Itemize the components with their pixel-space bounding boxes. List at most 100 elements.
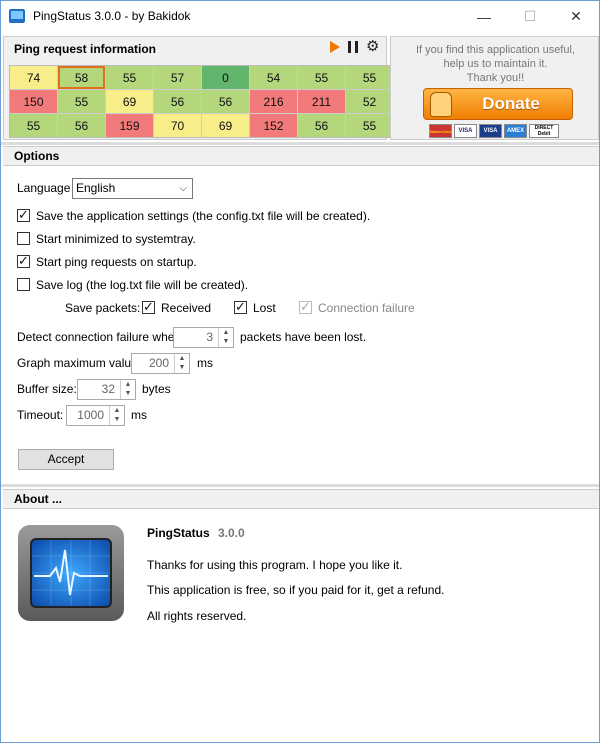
payment-cards: MasterCard VISA VISA AMEX DIRECT Debit <box>429 124 559 138</box>
ping-cell: 55 <box>58 90 105 113</box>
about-line-3: All rights reserved. <box>147 609 247 623</box>
direct-debit-icon: DIRECT Debit <box>529 124 559 138</box>
about-header: About ... <box>3 489 599 509</box>
donate-button-label: Donate <box>482 94 540 113</box>
ping-cell: 56 <box>298 114 345 137</box>
ping-info-panel: Ping request information ⚙ 74 58 55 57 0 54 55… <box>3 36 394 140</box>
timeout-unit: ms <box>131 408 147 422</box>
ping-grid: 74 58 55 57 0 54 55 55 150 55 69 56 56 216 211 52 55 56 15… <box>9 65 394 138</box>
ping-cell: 216 <box>250 90 297 113</box>
mastercard-icon: MasterCard <box>429 124 452 138</box>
maximize-button[interactable]: ☐ <box>507 1 553 32</box>
donate-button[interactable]: Donate <box>423 88 573 120</box>
start-minimized-checkbox[interactable] <box>17 232 30 245</box>
buffer-size-unit: bytes <box>142 382 171 396</box>
ping-cell: 57 <box>154 66 201 89</box>
language-label: Language <box>17 181 71 195</box>
graph-max-stepper[interactable]: 200 ▲ ▼ <box>131 353 190 374</box>
buffer-size-stepper[interactable]: 32 ▲ ▼ <box>77 379 136 400</box>
app-window: PingStatus 3.0.0 - by Bakidok — ☐ ✕ Ping… <box>0 0 600 743</box>
graph-max-unit: ms <box>197 356 213 370</box>
language-value: English <box>76 181 116 195</box>
pingstatus-logo-icon <box>18 525 124 621</box>
accept-button[interactable]: Accept <box>18 449 114 470</box>
detect-failure-value: 3 <box>206 330 213 344</box>
title-bar[interactable]: PingStatus 3.0.0 - by Bakidok — ☐ ✕ <box>1 1 599 32</box>
ping-cell: 56 <box>58 114 105 137</box>
ping-cell: 69 <box>202 114 249 137</box>
ping-cell: 54 <box>250 66 297 89</box>
lost-label: Lost <box>253 301 276 315</box>
ping-controls: ⚙ <box>330 39 380 54</box>
stepper-arrows-icon[interactable]: ▲ ▼ <box>174 354 189 373</box>
stepper-arrows-icon[interactable]: ▲ ▼ <box>109 406 124 425</box>
gear-icon[interactable]: ⚙ <box>366 39 380 54</box>
ping-cell: 70 <box>154 114 201 137</box>
ping-cell: 55 <box>106 66 153 89</box>
separator <box>1 484 599 487</box>
donate-line-3: Thank you!! <box>466 72 525 84</box>
close-icon: ✕ <box>570 8 582 24</box>
app-icon <box>9 9 25 23</box>
thumbs-up-icon <box>430 92 452 117</box>
connection-failure-checkbox[interactable] <box>299 299 312 315</box>
ping-cell: 55 <box>346 66 393 89</box>
detect-failure-label: Detect connection failure when <box>17 330 182 344</box>
ping-cell: 52 <box>346 90 393 113</box>
detect-failure-suffix: packets have been lost. <box>240 330 367 344</box>
ping-cell: 152 <box>250 114 297 137</box>
graph-max-label: Graph maximum value: <box>17 356 142 370</box>
play-icon[interactable] <box>330 41 340 53</box>
donate-line-1: If you find this application useful, <box>416 44 575 56</box>
maximize-icon: ☐ <box>523 8 537 24</box>
language-select[interactable]: English ⌵ <box>72 178 193 199</box>
window-title: PingStatus 3.0.0 - by Bakidok <box>33 9 191 23</box>
minimize-button[interactable]: — <box>461 1 507 32</box>
minimize-icon: — <box>477 8 491 25</box>
ping-cell: 159 <box>106 114 153 137</box>
monitor-screen <box>30 538 112 608</box>
ping-cell: 211 <box>298 90 345 113</box>
options-header: Options <box>3 146 599 166</box>
ping-cell: 56 <box>154 90 201 113</box>
save-packets-label: Save packets: <box>65 301 141 315</box>
timeout-label: Timeout: <box>17 408 64 422</box>
close-button[interactable]: ✕ <box>553 1 599 32</box>
donate-line-2: help us to maintain it. <box>443 58 548 70</box>
donate-message: If you find this application useful, hel… <box>391 43 600 85</box>
save-settings-label: Save the application settings (the confi… <box>36 209 371 223</box>
chevron-down-icon: ⌵ <box>179 183 187 194</box>
ping-cell: 55 <box>10 114 57 137</box>
save-log-checkbox[interactable] <box>17 278 30 291</box>
about-version: 3.0.0 <box>218 526 245 540</box>
timeout-value: 1000 <box>77 408 104 422</box>
buffer-size-label: Buffer size: <box>17 382 77 396</box>
ping-cell: 150 <box>10 90 57 113</box>
save-log-label: Save log (the log.txt file will be creat… <box>36 278 249 292</box>
amex-icon: AMEX <box>504 124 527 138</box>
separator <box>1 142 599 145</box>
ping-cell: 55 <box>346 114 393 137</box>
buffer-size-value: 32 <box>101 382 115 396</box>
start-ping-checkbox[interactable] <box>17 253 30 269</box>
ping-cell: 56 <box>202 90 249 113</box>
ping-panel-title: Ping request information <box>14 42 157 56</box>
about-line-2: This application is free, so if you paid… <box>147 583 445 597</box>
save-settings-checkbox[interactable] <box>17 207 30 223</box>
about-app-name: PingStatus <box>147 526 210 540</box>
lost-checkbox[interactable] <box>234 299 247 315</box>
stepper-arrows-icon[interactable]: ▲ ▼ <box>120 380 135 399</box>
start-minimized-label: Start minimized to systemtray. <box>36 232 196 246</box>
pause-icon[interactable] <box>348 41 358 53</box>
visa-icon: VISA <box>454 124 477 138</box>
detect-failure-stepper[interactable]: 3 ▲ ▼ <box>173 327 234 348</box>
received-checkbox[interactable] <box>142 299 155 315</box>
donate-panel: If you find this application useful, hel… <box>390 36 599 140</box>
start-ping-label: Start ping requests on startup. <box>36 255 197 269</box>
stepper-arrows-icon[interactable]: ▲ ▼ <box>218 328 233 347</box>
ping-cell: 58 <box>58 66 105 89</box>
graph-max-value: 200 <box>148 356 169 370</box>
timeout-stepper[interactable]: 1000 ▲ ▼ <box>66 405 125 426</box>
ping-cell: 74 <box>10 66 57 89</box>
ping-cell: 55 <box>298 66 345 89</box>
